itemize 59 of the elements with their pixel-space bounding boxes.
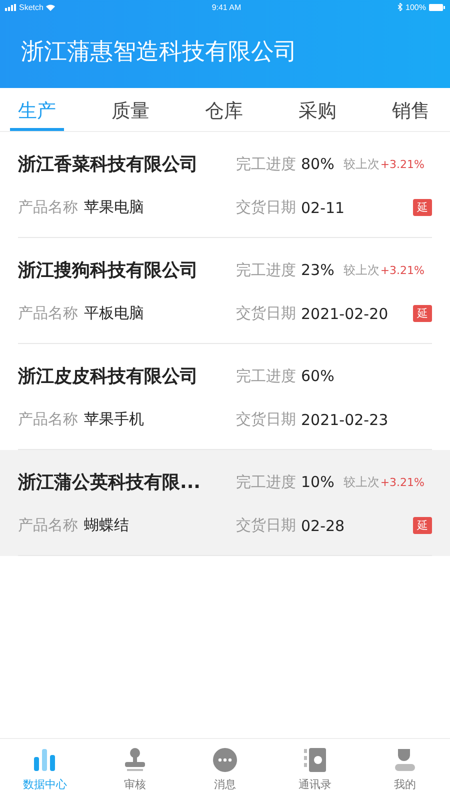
progress-label: 完工进度 <box>236 472 296 492</box>
product-label: 产品名称 <box>18 410 78 429</box>
delivery-date-label: 交货日期 <box>236 304 296 323</box>
product-label: 产品名称 <box>18 304 78 323</box>
battery-icon <box>428 4 445 10</box>
progress-label: 完工进度 <box>236 366 296 386</box>
nav-tab[interactable]: 消息 <box>180 739 270 800</box>
company-name: 浙江搜狗科技有限公司 <box>18 259 198 282</box>
category-tab[interactable]: 仓库 <box>197 88 251 131</box>
compare-label: 较上次 <box>343 474 380 490</box>
delay-badge: 延 <box>413 517 432 534</box>
compare-label: 较上次 <box>343 262 380 278</box>
battery-percent: 100% <box>406 2 426 12</box>
company-name: 浙江皮皮科技有限公司 <box>18 365 198 388</box>
category-tab[interactable]: 销售 <box>384 88 438 131</box>
stamp-icon <box>122 747 148 773</box>
delivery-date: 2021-02-20 <box>301 304 388 322</box>
company-title: 浙江蒲惠智造科技有限公司 <box>20 38 298 67</box>
change-value: +3.21% <box>380 476 425 488</box>
signal-icon <box>5 4 16 10</box>
delivery-date-label: 交货日期 <box>236 410 296 429</box>
product-name: 苹果电脑 <box>84 198 144 217</box>
wifi-icon <box>46 4 56 10</box>
product-label: 产品名称 <box>18 198 78 217</box>
change-value: +3.21% <box>380 158 425 170</box>
company-name: 浙江香菜科技有限公司 <box>18 153 198 176</box>
delivery-date: 02-11 <box>301 198 345 216</box>
nav-tab[interactable]: 审核 <box>90 739 180 800</box>
nav-tab[interactable]: 通讯录 <box>270 739 360 800</box>
product-label: 产品名称 <box>18 516 78 535</box>
address-book-icon <box>302 747 328 773</box>
order-row[interactable]: 浙江蒲公英科技有限... 完工进度 10% 较上次+3.21% 产品名称 蝴蝶结 交货日期 02-28 延 <box>0 450 450 556</box>
clock-time: 9:41 AM <box>212 2 242 12</box>
bluetooth-icon <box>398 3 403 11</box>
category-tab[interactable]: 质量 <box>104 88 158 131</box>
progress-value: 60% <box>301 367 334 385</box>
product-name: 平板电脑 <box>84 304 144 323</box>
category-tab[interactable]: 采购 <box>290 88 344 131</box>
progress-value: 10% <box>301 473 334 491</box>
progress-label: 完工进度 <box>236 154 296 174</box>
product-name: 蝴蝶结 <box>84 516 129 535</box>
progress-value: 80% <box>301 155 334 173</box>
nav-tab[interactable]: 我的 <box>360 739 450 800</box>
delivery-date: 02-28 <box>301 516 345 534</box>
chat-bubble-icon <box>212 747 238 773</box>
delay-badge: 延 <box>413 199 432 216</box>
delay-badge: 延 <box>413 305 432 322</box>
progress-label: 完工进度 <box>236 260 296 280</box>
delivery-date-label: 交货日期 <box>236 516 296 535</box>
bar-chart-icon <box>32 747 58 773</box>
compare-label: 较上次 <box>343 156 380 172</box>
change-value: +3.21% <box>380 264 425 276</box>
company-name: 浙江蒲公英科技有限... <box>18 471 201 494</box>
delivery-date-label: 交货日期 <box>236 198 296 217</box>
delivery-date: 2021-02-23 <box>301 410 388 428</box>
carrier-name: Sketch <box>19 2 44 12</box>
product-name: 苹果手机 <box>84 410 144 429</box>
progress-value: 23% <box>301 261 334 279</box>
user-icon <box>392 747 418 773</box>
